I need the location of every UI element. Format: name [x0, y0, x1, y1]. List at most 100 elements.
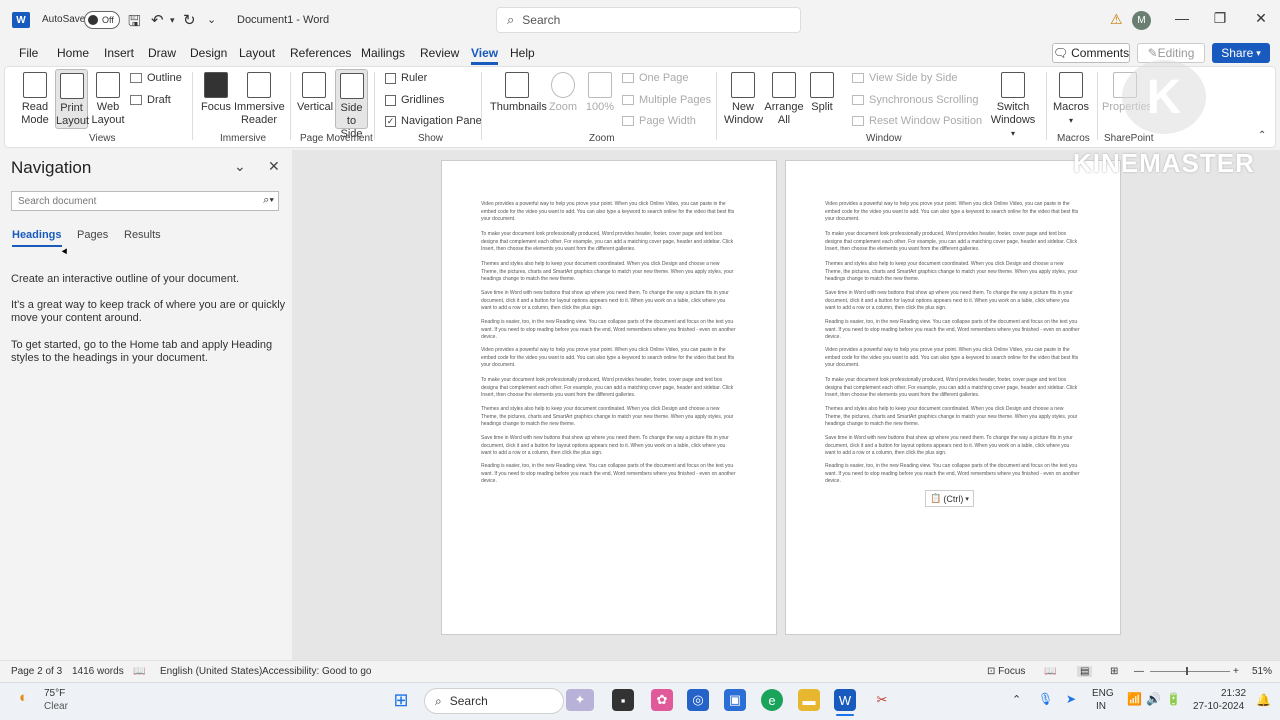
- battery-icon[interactable]: 🔋: [1166, 692, 1181, 706]
- zoom-slider-thumb[interactable]: [1186, 667, 1188, 675]
- close-icon[interactable]: ✕: [268, 158, 280, 175]
- body-paragraph[interactable]: Themes and styles also help to keep your…: [825, 406, 1081, 429]
- side-to-side-button[interactable]: Side to Side: [335, 69, 368, 140]
- weather-icon[interactable]: ◐: [19, 689, 28, 706]
- close-button[interactable]: ✕: [1251, 10, 1271, 27]
- word-count[interactable]: 1416 words: [72, 666, 124, 677]
- body-paragraph[interactable]: Save time in Word with new buttons that …: [481, 435, 737, 458]
- notifications-icon[interactable]: 🔔: [1256, 693, 1271, 707]
- body-paragraph[interactable]: Save time in Word with new buttons that …: [481, 290, 737, 313]
- title-search-input[interactable]: ⌕ Search: [496, 7, 801, 33]
- draft-button[interactable]: Draft: [130, 94, 171, 106]
- menu-mailings[interactable]: Mailings: [361, 46, 405, 60]
- body-paragraph[interactable]: Reading is easier, too, in the new Readi…: [825, 463, 1081, 486]
- focus-button[interactable]: Focus: [200, 72, 232, 114]
- thumbnails-button[interactable]: Thumbnails: [490, 72, 547, 114]
- body-paragraph[interactable]: To make your document look professionall…: [481, 231, 737, 254]
- page-count[interactable]: Page 2 of 3: [11, 666, 62, 677]
- body-paragraph[interactable]: Reading is easier, too, in the new Readi…: [481, 319, 737, 342]
- start-icon[interactable]: ⊞: [390, 689, 412, 711]
- synchronous-scrolling-button[interactable]: Synchronous Scrolling: [852, 94, 978, 106]
- body-paragraph[interactable]: Video provides a powerful way to help yo…: [481, 347, 737, 370]
- body-paragraph[interactable]: Themes and styles also help to keep your…: [825, 261, 1081, 284]
- warning-icon[interactable]: ⚠: [1110, 11, 1123, 28]
- file-explorer-app-icon[interactable]: ▪: [612, 689, 634, 711]
- volume-icon[interactable]: 🔊: [1146, 692, 1161, 706]
- immersive-reader-button[interactable]: Immersive Reader: [234, 72, 285, 127]
- body-paragraph[interactable]: Save time in Word with new buttons that …: [825, 435, 1081, 458]
- tab-headings[interactable]: Headings: [12, 229, 62, 247]
- edge-icon[interactable]: e: [761, 689, 783, 711]
- zoom-button[interactable]: Zoom: [548, 72, 578, 114]
- comments-button[interactable]: 🗨 Comments: [1052, 43, 1130, 63]
- microphone-icon[interactable]: 🎙: [1038, 692, 1053, 706]
- store-icon[interactable]: ▣: [724, 689, 746, 711]
- dell-app-icon[interactable]: ◎: [687, 689, 709, 711]
- multiple-pages-button[interactable]: Multiple Pages: [622, 94, 711, 106]
- menu-insert[interactable]: Insert: [104, 46, 134, 60]
- body-paragraph[interactable]: To make your document look professionall…: [825, 377, 1081, 400]
- body-paragraph[interactable]: Video provides a powerful way to help yo…: [481, 201, 737, 224]
- maximize-button[interactable]: ❐: [1210, 10, 1230, 27]
- share-button[interactable]: Share ▾: [1212, 43, 1270, 63]
- language-status[interactable]: English (United States): [160, 666, 262, 677]
- wifi-icon[interactable]: 📶: [1127, 692, 1142, 706]
- tab-pages[interactable]: Pages: [77, 229, 108, 241]
- outline-button[interactable]: Outline: [130, 72, 182, 84]
- clock-time[interactable]: 21:32: [1221, 688, 1246, 699]
- body-paragraph[interactable]: Reading is easier, too, in the new Readi…: [825, 319, 1081, 342]
- split-button[interactable]: Split: [808, 72, 836, 114]
- print-layout-button[interactable]: Print Layout: [55, 69, 89, 129]
- chevron-down-icon[interactable]: ⌄: [234, 158, 246, 175]
- menu-draw[interactable]: Draw: [148, 46, 176, 60]
- folder-icon[interactable]: ▬: [798, 689, 820, 711]
- web-layout-button[interactable]: Web Layout: [91, 72, 125, 127]
- body-paragraph[interactable]: Themes and styles also help to keep your…: [481, 406, 737, 429]
- document-page[interactable]: Video provides a powerful way to help yo…: [785, 160, 1121, 635]
- body-paragraph[interactable]: Save time in Word with new buttons that …: [825, 290, 1081, 313]
- clock-date[interactable]: 27-10-2024: [1193, 701, 1244, 712]
- macros-button[interactable]: Macros ▾: [1052, 72, 1090, 127]
- search-icon[interactable]: ⌕▾: [263, 194, 274, 207]
- body-paragraph[interactable]: Reading is easier, too, in the new Readi…: [481, 463, 737, 486]
- tab-results[interactable]: Results: [124, 229, 161, 241]
- read-mode-button[interactable]: Read Mode: [16, 72, 54, 127]
- navigation-search-input[interactable]: Search document ⌕▾: [11, 191, 279, 211]
- gridlines-checkbox[interactable]: Gridlines: [385, 94, 444, 106]
- vertical-button[interactable]: Vertical: [297, 72, 333, 114]
- navigation-pane-checkbox[interactable]: ✓ Navigation Pane: [385, 115, 482, 127]
- copilot-icon[interactable]: ✿: [651, 689, 673, 711]
- print-layout-icon[interactable]: ▤: [1077, 666, 1093, 677]
- avatar[interactable]: M: [1132, 11, 1151, 30]
- zoom-out-button[interactable]: —: [1134, 666, 1144, 677]
- menu-home[interactable]: Home: [57, 46, 89, 60]
- menu-layout[interactable]: Layout: [239, 46, 275, 60]
- save-icon[interactable]: 🖫: [128, 11, 141, 36]
- body-paragraph[interactable]: Video provides a powerful way to help yo…: [825, 347, 1081, 370]
- ruler-checkbox[interactable]: Ruler: [385, 72, 427, 84]
- accessibility-status[interactable]: Accessibility: Good to go: [262, 666, 372, 677]
- read-mode-icon[interactable]: 📖: [1044, 666, 1056, 677]
- zoom-in-button[interactable]: +: [1233, 666, 1239, 677]
- arrange-all-button[interactable]: Arrange All: [764, 72, 804, 127]
- switch-windows-button[interactable]: Switch Windows ▾: [988, 72, 1038, 140]
- new-window-button[interactable]: New Window: [724, 72, 763, 127]
- widgets-icon[interactable]: ✦: [566, 689, 594, 711]
- body-paragraph[interactable]: To make your document look professionall…: [481, 377, 737, 400]
- customize-quick-access-icon[interactable]: ⌄: [207, 13, 216, 26]
- menu-help[interactable]: Help: [510, 46, 535, 60]
- autosave-toggle[interactable]: Off: [84, 11, 120, 29]
- focus-mode-button[interactable]: ⊡ Focus: [987, 666, 1025, 677]
- body-paragraph[interactable]: To make your document look professionall…: [825, 231, 1081, 254]
- menu-design[interactable]: Design: [190, 46, 227, 60]
- body-paragraph[interactable]: Video provides a powerful way to help yo…: [825, 201, 1081, 224]
- view-side-by-side-button[interactable]: View Side by Side: [852, 72, 957, 84]
- zoom-slider[interactable]: [1150, 671, 1230, 672]
- menu-references[interactable]: References: [290, 46, 351, 60]
- menu-file[interactable]: File: [19, 46, 38, 60]
- document-page[interactable]: Video provides a powerful way to help yo…: [441, 160, 777, 635]
- menu-view[interactable]: View: [471, 46, 499, 65]
- paste-options-button[interactable]: 📋 (Ctrl) ▾: [925, 490, 974, 507]
- menu-review[interactable]: Review: [420, 46, 459, 60]
- undo-dropdown-icon[interactable]: ▾: [170, 15, 175, 26]
